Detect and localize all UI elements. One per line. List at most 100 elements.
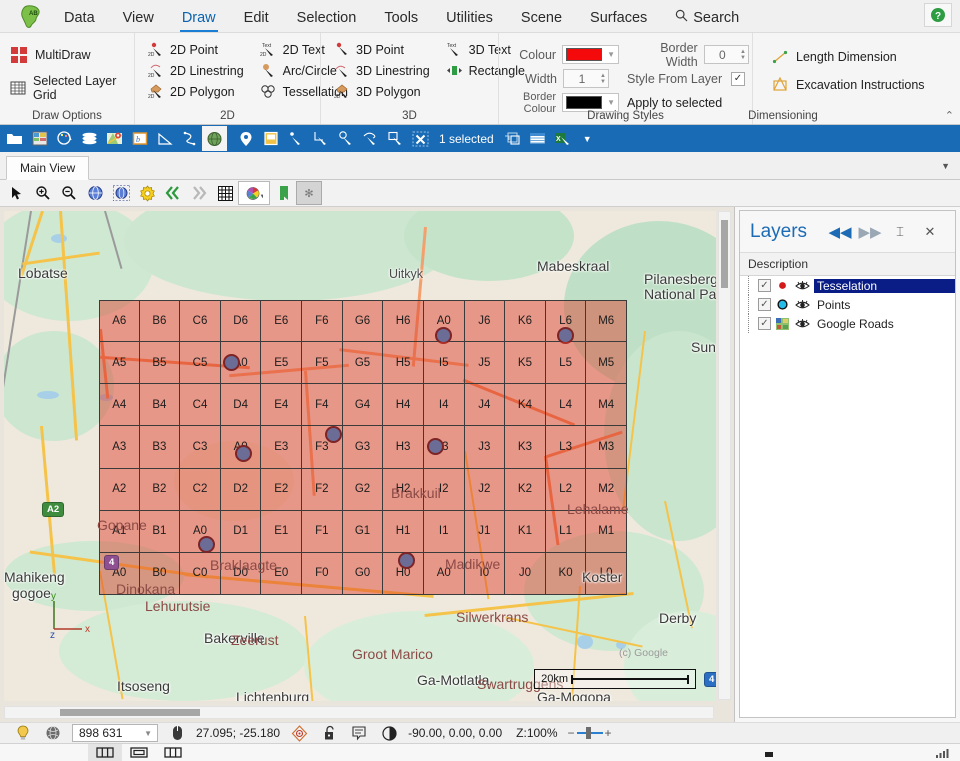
3d-point-button[interactable]: 3D Point	[331, 39, 436, 60]
3d-linestring-button[interactable]: 3D Linestring	[331, 60, 436, 81]
excavation-instructions-button[interactable]: Excavation Instructions	[767, 71, 954, 99]
notes-icon[interactable]	[344, 723, 374, 743]
zoom-control[interactable]: − +	[562, 726, 612, 740]
grid-cell[interactable]: E4	[261, 384, 303, 427]
grid-cell[interactable]: C6	[180, 300, 221, 343]
clear-selection-icon[interactable]	[408, 126, 433, 151]
2d-polygon-button[interactable]: 2D 2D Polygon	[145, 81, 250, 102]
grid-cell[interactable]: K2	[505, 468, 546, 511]
grid-cell[interactable]: J4	[464, 384, 506, 427]
help-button[interactable]: ?	[924, 3, 952, 27]
layer-row[interactable]: ✓ Points	[740, 295, 955, 314]
point-marker[interactable]	[397, 551, 415, 569]
star-icon[interactable]: ✻	[296, 181, 322, 205]
grid-cell[interactable]: L1	[545, 510, 587, 553]
grid-cell[interactable]: A0	[180, 510, 221, 553]
tab-utilities[interactable]: Utilities	[432, 6, 507, 32]
grid-cell[interactable]: F5	[302, 342, 343, 385]
grid-cell[interactable]: L5	[545, 342, 587, 385]
boundary-icon[interactable]: b	[127, 126, 152, 151]
layer-checkbox[interactable]: ✓	[758, 279, 771, 292]
lasso-select-icon[interactable]	[358, 126, 383, 151]
style-from-layer-checkbox[interactable]: ✓	[731, 71, 745, 86]
grid-cell[interactable]: M2	[586, 468, 627, 511]
tab-edit[interactable]: Edit	[230, 6, 283, 32]
globe-icon[interactable]	[202, 126, 227, 151]
tab-scene[interactable]: Scene	[507, 6, 576, 32]
zoom-in-button[interactable]: +	[605, 726, 612, 740]
snap-target-icon[interactable]	[284, 723, 314, 743]
grid-cell[interactable]: E0	[261, 552, 303, 595]
tesselation-grid[interactable]: A6 B6 C6 D6 E6 F6 G6 H6 A0 J6 K6 L6 M6 A5 B5 C5 A0 E5 F5 G5…	[99, 300, 627, 595]
crop-select-icon[interactable]	[308, 126, 333, 151]
grid-cell[interactable]: M5	[586, 342, 627, 385]
spinner-arrows-icon[interactable]: ▲ ▼	[600, 73, 606, 85]
app-logo-icon[interactable]: AB	[16, 4, 50, 30]
overflow-icon[interactable]: ▼	[575, 126, 600, 151]
grid-cell[interactable]: A3	[99, 426, 140, 469]
layer-checkbox[interactable]: ✓	[758, 298, 771, 311]
grid-cell[interactable]: E5	[261, 342, 303, 385]
grid-cell[interactable]: F2	[302, 468, 343, 511]
grid-cell[interactable]: F3	[302, 426, 343, 469]
grid-cell[interactable]: J5	[464, 342, 506, 385]
colour-picker-icon[interactable]: ▼	[238, 181, 270, 205]
grid-cell[interactable]: B0	[139, 552, 181, 595]
layer-row[interactable]: ✓ Google Roads	[740, 314, 955, 333]
layer-row[interactable]: ✓ Tesselation	[740, 276, 955, 295]
grid-cell[interactable]: M6	[586, 300, 627, 343]
point-marker[interactable]	[325, 426, 343, 444]
grid-cell[interactable]: F6	[302, 300, 343, 343]
table-view-icon[interactable]	[525, 126, 550, 151]
next-icon[interactable]	[186, 181, 212, 205]
open-folder-icon[interactable]	[2, 126, 27, 151]
grid-cell[interactable]: H4	[383, 384, 424, 427]
settings-gear-icon[interactable]	[134, 181, 160, 205]
palette-icon[interactable]	[52, 126, 77, 151]
grid-cell[interactable]: G1	[342, 510, 384, 553]
close-icon[interactable]: ✕	[915, 218, 945, 246]
zoom-out-button[interactable]: −	[568, 726, 575, 740]
grid-cell[interactable]: C3	[180, 426, 221, 469]
grid-cell[interactable]: L3	[545, 426, 587, 469]
grid-cell[interactable]: B1	[139, 510, 181, 553]
grid-cell[interactable]: G3	[342, 426, 384, 469]
colour-picker[interactable]: ▼	[562, 45, 619, 64]
tab-surfaces[interactable]: Surfaces	[576, 6, 661, 32]
width-stepper[interactable]: 1 ▲ ▼	[563, 69, 609, 88]
grid-cell[interactable]: F0	[302, 552, 343, 595]
pointer-icon[interactable]	[4, 181, 30, 205]
grid-cell[interactable]: L0	[586, 552, 627, 595]
pin-icon[interactable]: ⌶	[885, 218, 915, 246]
length-dimension-button[interactable]: Length Dimension	[767, 43, 954, 71]
copy-selection-icon[interactable]	[500, 126, 525, 151]
taskbar-tray-icon[interactable]	[752, 744, 786, 761]
grid-cell[interactable]: A2	[99, 468, 140, 511]
grid-cell[interactable]: K5	[505, 342, 546, 385]
curve-icon[interactable]	[177, 126, 202, 151]
grid-cell[interactable]: G6	[342, 300, 384, 343]
tab-tools[interactable]: Tools	[370, 6, 432, 32]
multidraw-button[interactable]: MultiDraw	[6, 41, 128, 69]
view-tabs-overflow-icon[interactable]: ▼	[931, 152, 960, 179]
grid-cell[interactable]: L6	[545, 300, 587, 344]
3d-polygon-button[interactable]: 3D 3D Polygon	[331, 81, 436, 102]
grid-cell[interactable]: C2	[180, 468, 221, 511]
grid-cell[interactable]: I0	[464, 552, 506, 595]
tab-main-view[interactable]: Main View	[6, 156, 90, 180]
grid-cell[interactable]: E1	[261, 510, 303, 553]
globe-icon[interactable]	[38, 723, 68, 743]
prev-icon[interactable]	[160, 181, 186, 205]
border-width-stepper[interactable]: 0 ▲ ▼	[703, 45, 749, 64]
grid-cell[interactable]: A4	[99, 384, 140, 427]
selected-layer-grid-button[interactable]: Selected Layer Grid	[6, 69, 128, 107]
grid-cell[interactable]: G4	[342, 384, 384, 427]
layer-visibility-icon[interactable]	[794, 317, 810, 331]
table-icon[interactable]	[27, 126, 52, 151]
grid-cell[interactable]: K0	[545, 552, 587, 595]
page-icon[interactable]	[258, 126, 283, 151]
layer-visibility-icon[interactable]	[794, 279, 810, 293]
grid-cell[interactable]: B4	[139, 384, 181, 427]
point-marker[interactable]	[557, 326, 575, 344]
grid-cell[interactable]: C4	[180, 384, 221, 427]
